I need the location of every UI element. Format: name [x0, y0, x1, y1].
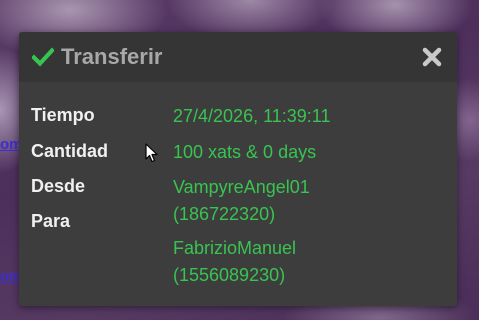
from-id: (186722320)	[173, 204, 276, 224]
dialog-body: Tiempo 27/4/2026, 11:39:11 Cantidad 100 …	[19, 82, 457, 285]
time-value: 27/4/2026, 11:39:11	[173, 106, 331, 126]
to-name: FabrizioManuel	[173, 238, 297, 258]
dialog-titlebar: Transferir	[19, 32, 457, 82]
from-label: Desde	[31, 176, 86, 196]
to-label: Para	[31, 211, 71, 231]
time-label: Tiempo	[31, 105, 95, 125]
amount-label: Cantidad	[31, 141, 109, 161]
dialog-title: Transferir	[61, 44, 163, 69]
mouse-cursor-icon	[145, 143, 158, 163]
transfer-dialog: Transferir Tiempo 27/4/2026, 11:39:11 Ca…	[19, 32, 457, 306]
to-id: (1556089230)	[173, 265, 286, 285]
close-icon[interactable]	[421, 46, 443, 68]
amount-value: 100 xats & 0 days	[173, 142, 317, 162]
from-name: VampyreAngel01	[173, 177, 310, 197]
check-icon	[32, 47, 54, 67]
